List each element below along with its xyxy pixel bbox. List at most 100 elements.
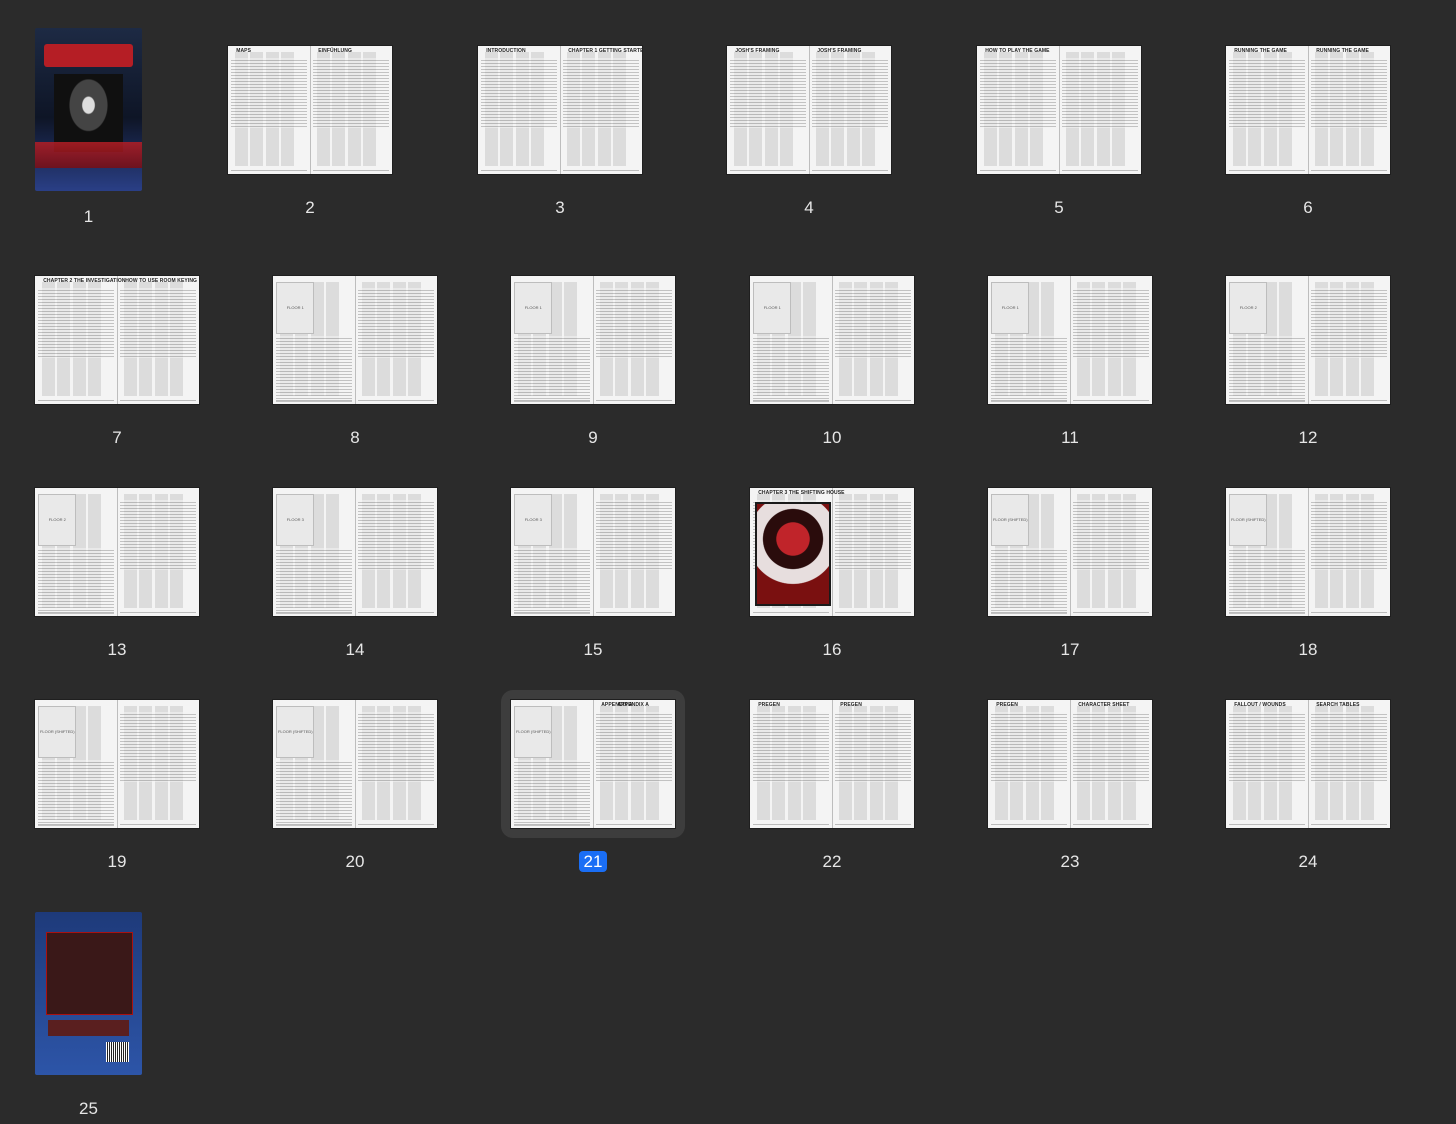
- left-page: MAPS: [228, 46, 311, 174]
- page-footer: [991, 612, 1067, 613]
- right-page: HOW TO USE ROOM KEYING: [117, 276, 199, 404]
- page-footer: [753, 400, 829, 401]
- front-cover-thumbnail[interactable]: [35, 28, 142, 191]
- body-text: [1311, 712, 1387, 782]
- floor-map: FLOOR 1: [753, 282, 792, 334]
- page-spread-thumbnail[interactable]: FLOOR 2: [1226, 276, 1390, 404]
- cover-house-art: [54, 73, 123, 152]
- page-spread-thumbnail[interactable]: FLOOR (SHIFTED): [35, 700, 199, 828]
- page-spread-thumbnail[interactable]: FLOOR 1: [988, 276, 1152, 404]
- floor-map: FLOOR 2: [38, 494, 77, 546]
- page-footer: [358, 400, 434, 401]
- left-page: FLOOR 2: [35, 488, 118, 616]
- right-page: [593, 276, 675, 404]
- right-page-title: JOSH'S FRAMING: [817, 48, 862, 54]
- page-spread-thumbnail[interactable]: HOW TO PLAY THE GAME: [977, 46, 1141, 174]
- page-footer: [276, 400, 352, 401]
- right-page: [117, 488, 199, 616]
- page-spread-thumbnail[interactable]: MAPS EINFÜHLUNG: [228, 46, 392, 174]
- left-page: JOSH'S FRAMING: [727, 46, 810, 174]
- page-number-label: 9: [588, 428, 598, 447]
- page-footer: [753, 612, 829, 613]
- page-number-label: 14: [345, 640, 365, 659]
- page-spread-thumbnail[interactable]: FLOOR (SHIFTED) APPENDIX A APPENDIX A: [511, 700, 675, 828]
- body-text: [481, 58, 557, 128]
- right-page: [1308, 488, 1390, 616]
- page-spread-thumbnail[interactable]: FLOOR 1: [273, 276, 437, 404]
- left-page-title: PREGEN: [758, 702, 780, 708]
- body-text: [120, 712, 196, 782]
- page-footer: [1229, 400, 1305, 401]
- floor-map-label: FLOOR 1: [286, 305, 304, 310]
- right-page: EINFÜHLUNG: [310, 46, 392, 174]
- left-page: HOW TO PLAY THE GAME: [977, 46, 1060, 174]
- left-page: FLOOR 1: [988, 276, 1071, 404]
- body-text: [276, 336, 352, 404]
- page-footer: [1062, 170, 1138, 171]
- left-page: FLOOR 2: [1226, 276, 1309, 404]
- page-number-label: 2: [305, 198, 315, 217]
- page-number-label: 13: [107, 640, 127, 659]
- page-spread-thumbnail[interactable]: FLOOR (SHIFTED): [988, 488, 1152, 616]
- page-spread-thumbnail[interactable]: FLOOR (SHIFTED): [273, 700, 437, 828]
- floor-map-label: FLOOR 1: [763, 305, 781, 310]
- page-spread-thumbnail[interactable]: JOSH'S FRAMING JOSH'S FRAMING: [727, 46, 891, 174]
- floor-map-label: FLOOR 1: [1001, 305, 1019, 310]
- page-spread-thumbnail[interactable]: PREGEN CHARACTER SHEET: [988, 700, 1152, 828]
- page-number-label: 10: [822, 428, 842, 447]
- right-page-title: APPENDIX A: [617, 702, 649, 708]
- floor-map-label: FLOOR 3: [286, 517, 304, 522]
- page-footer: [1311, 170, 1387, 171]
- page-spread-thumbnail[interactable]: FLOOR 1: [511, 276, 675, 404]
- body-text: [596, 288, 672, 358]
- page-footer: [563, 170, 639, 171]
- page-footer: [1073, 824, 1149, 825]
- page-spread-thumbnail[interactable]: FALLOUT / WOUNDS SEARCH TABLES: [1226, 700, 1390, 828]
- page-spread-thumbnail[interactable]: INTRODUCTION CHAPTER 1 GETTING STARTED: [478, 46, 642, 174]
- page-spread-thumbnail[interactable]: FLOOR 2: [35, 488, 199, 616]
- page-spread-thumbnail[interactable]: FLOOR (SHIFTED): [1226, 488, 1390, 616]
- page-spread-thumbnail[interactable]: RUNNING THE GAME RUNNING THE GAME: [1226, 46, 1390, 174]
- page-footer: [596, 400, 672, 401]
- page-spread-thumbnail[interactable]: CHAPTER 3 THE SHIFTING HOUSE: [750, 488, 914, 616]
- page-number-label: 24: [1298, 852, 1318, 871]
- floor-map: FLOOR 1: [276, 282, 315, 334]
- back-cover-thumbnail[interactable]: [35, 912, 142, 1075]
- floor-map: FLOOR 1: [991, 282, 1030, 334]
- page-spread-thumbnail[interactable]: FLOOR 3: [273, 488, 437, 616]
- page-footer: [1311, 400, 1387, 401]
- page-number-label: 16: [822, 640, 842, 659]
- left-page: FALLOUT / WOUNDS: [1226, 700, 1309, 828]
- page-footer: [753, 824, 829, 825]
- right-page-title: SEARCH TABLES: [1316, 702, 1360, 708]
- body-text: [313, 58, 389, 128]
- floor-map: FLOOR (SHIFTED): [38, 706, 77, 758]
- page-number-label: 20: [345, 852, 365, 871]
- body-text: [991, 712, 1067, 782]
- page-footer: [596, 612, 672, 613]
- page-number-label: 4: [804, 198, 814, 217]
- page-footer: [38, 824, 114, 825]
- page-spread-thumbnail[interactable]: FLOOR 1: [750, 276, 914, 404]
- left-page-title: RUNNING THE GAME: [1234, 48, 1287, 54]
- body-text: [1073, 712, 1149, 782]
- page-spread-thumbnail[interactable]: FLOOR 3: [511, 488, 675, 616]
- body-text: [812, 58, 888, 128]
- floor-map-label: FLOOR 1: [524, 305, 542, 310]
- body-text: [38, 288, 114, 358]
- page-spread-thumbnail[interactable]: CHAPTER 2 THE INVESTIGATION HOW TO USE RO…: [35, 276, 199, 404]
- body-text: [231, 58, 307, 128]
- left-page: FLOOR 3: [273, 488, 356, 616]
- right-page: [1070, 276, 1152, 404]
- cover-blood-drip: [35, 142, 142, 169]
- page-footer: [38, 612, 114, 613]
- page-footer: [835, 612, 911, 613]
- right-page: [1308, 276, 1390, 404]
- left-page: FLOOR 1: [273, 276, 356, 404]
- left-page: FLOOR 1: [750, 276, 833, 404]
- page-spread-thumbnail[interactable]: PREGEN PREGEN: [750, 700, 914, 828]
- barcode: [105, 1042, 130, 1062]
- right-page: [832, 488, 914, 616]
- left-page: RUNNING THE GAME: [1226, 46, 1309, 174]
- right-page-title: EINFÜHLUNG: [318, 48, 352, 54]
